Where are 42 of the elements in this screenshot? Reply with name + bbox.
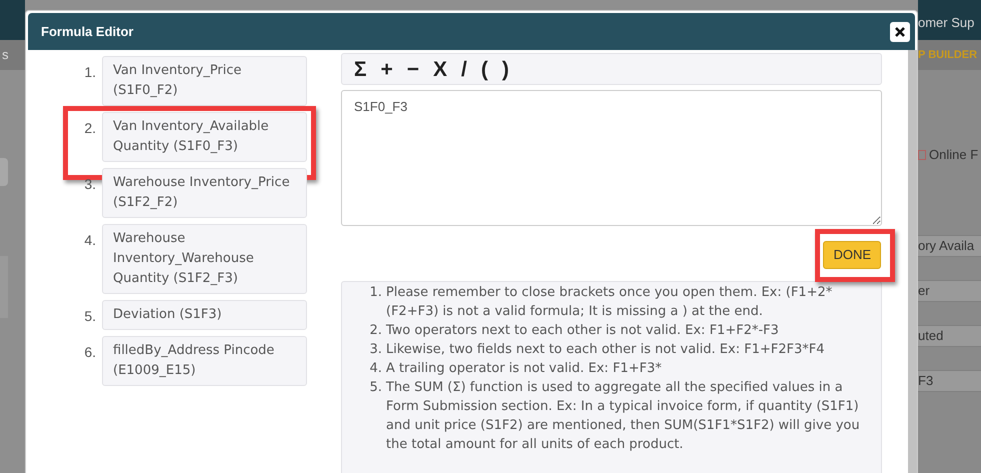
operator-button[interactable]: X xyxy=(433,58,448,80)
checkbox-label: Online F xyxy=(929,146,978,164)
done-button[interactable]: DONE xyxy=(823,241,881,269)
formula-input[interactable]: S1F0_F3 xyxy=(341,90,882,226)
header-bar xyxy=(0,0,25,40)
form-field[interactable]: er xyxy=(918,280,981,302)
rule-number: 3. xyxy=(368,341,382,359)
operator-button[interactable]: / xyxy=(461,58,467,80)
operator-button[interactable]: Σ xyxy=(354,58,367,80)
field-item[interactable]: Deviation (S1F3) xyxy=(102,300,307,330)
operator-button[interactable]: − xyxy=(406,58,420,80)
field-number: 5. xyxy=(83,307,96,326)
field-number: 1. xyxy=(83,63,96,82)
operator-button[interactable]: ( xyxy=(481,58,488,80)
rule-text: Please remember to close brackets once you open them. Ex: (F1+2*(F2+F3) is not a valid formula; It is missing a ) at the end. xyxy=(386,284,834,321)
form-field[interactable]: ory Availa xyxy=(918,234,981,256)
rule-text: Likewise, two fields next to each other is not valid. Ex: F1+F2F3*F4 xyxy=(386,341,824,359)
field-number: 4. xyxy=(83,231,96,250)
field-number: 3. xyxy=(83,175,96,194)
field-number: 2. xyxy=(83,119,96,138)
form-field[interactable]: F3 xyxy=(918,370,981,392)
input-field[interactable] xyxy=(0,158,8,186)
field-item[interactable]: Van Inventory_Available Quantity (S1F0_F3) xyxy=(102,112,307,162)
field-item[interactable]: Warehouse Inventory_Warehouse Quantity (S1F2_F3) xyxy=(102,224,307,294)
field-item[interactable]: filledBy_Address Pincode (E1009_E15) xyxy=(102,336,307,386)
form-field[interactable]: uted xyxy=(918,324,981,346)
rule-text: A trailing operator is not valid. Ex: F1+F3* xyxy=(386,360,662,378)
field-number: 6. xyxy=(83,343,96,362)
rule-number: 4. xyxy=(368,360,382,378)
dialog-title: Formula Editor xyxy=(41,22,134,41)
rule-number: 5. xyxy=(368,379,382,397)
close-button[interactable] xyxy=(890,22,910,42)
close-icon xyxy=(895,26,905,36)
header-text: omer Sup xyxy=(918,14,974,32)
rule-number: 2. xyxy=(368,322,382,340)
operator-button[interactable]: + xyxy=(380,58,393,80)
rule-number: 1. xyxy=(368,284,382,302)
field-item[interactable]: Warehouse Inventory_Price (S1F2_F2) xyxy=(102,168,307,218)
rule-text: Two operators next to each other is not valid. Ex: F1+F2*-F3 xyxy=(386,322,779,340)
operator-button[interactable]: ) xyxy=(502,58,509,80)
rule-text: The SUM (Σ) function is used to aggregate all the specified values in a Form Submission section. Ex: In a typical invoice form, if quantity (S1F1) and unit price (S1F2) are mentioned, then SUM(S1F1*S1F2) will give you the total amount for all units of each product. xyxy=(386,379,861,454)
field-item[interactable]: Van Inventory_Price (S1F0_F2) xyxy=(102,56,307,106)
